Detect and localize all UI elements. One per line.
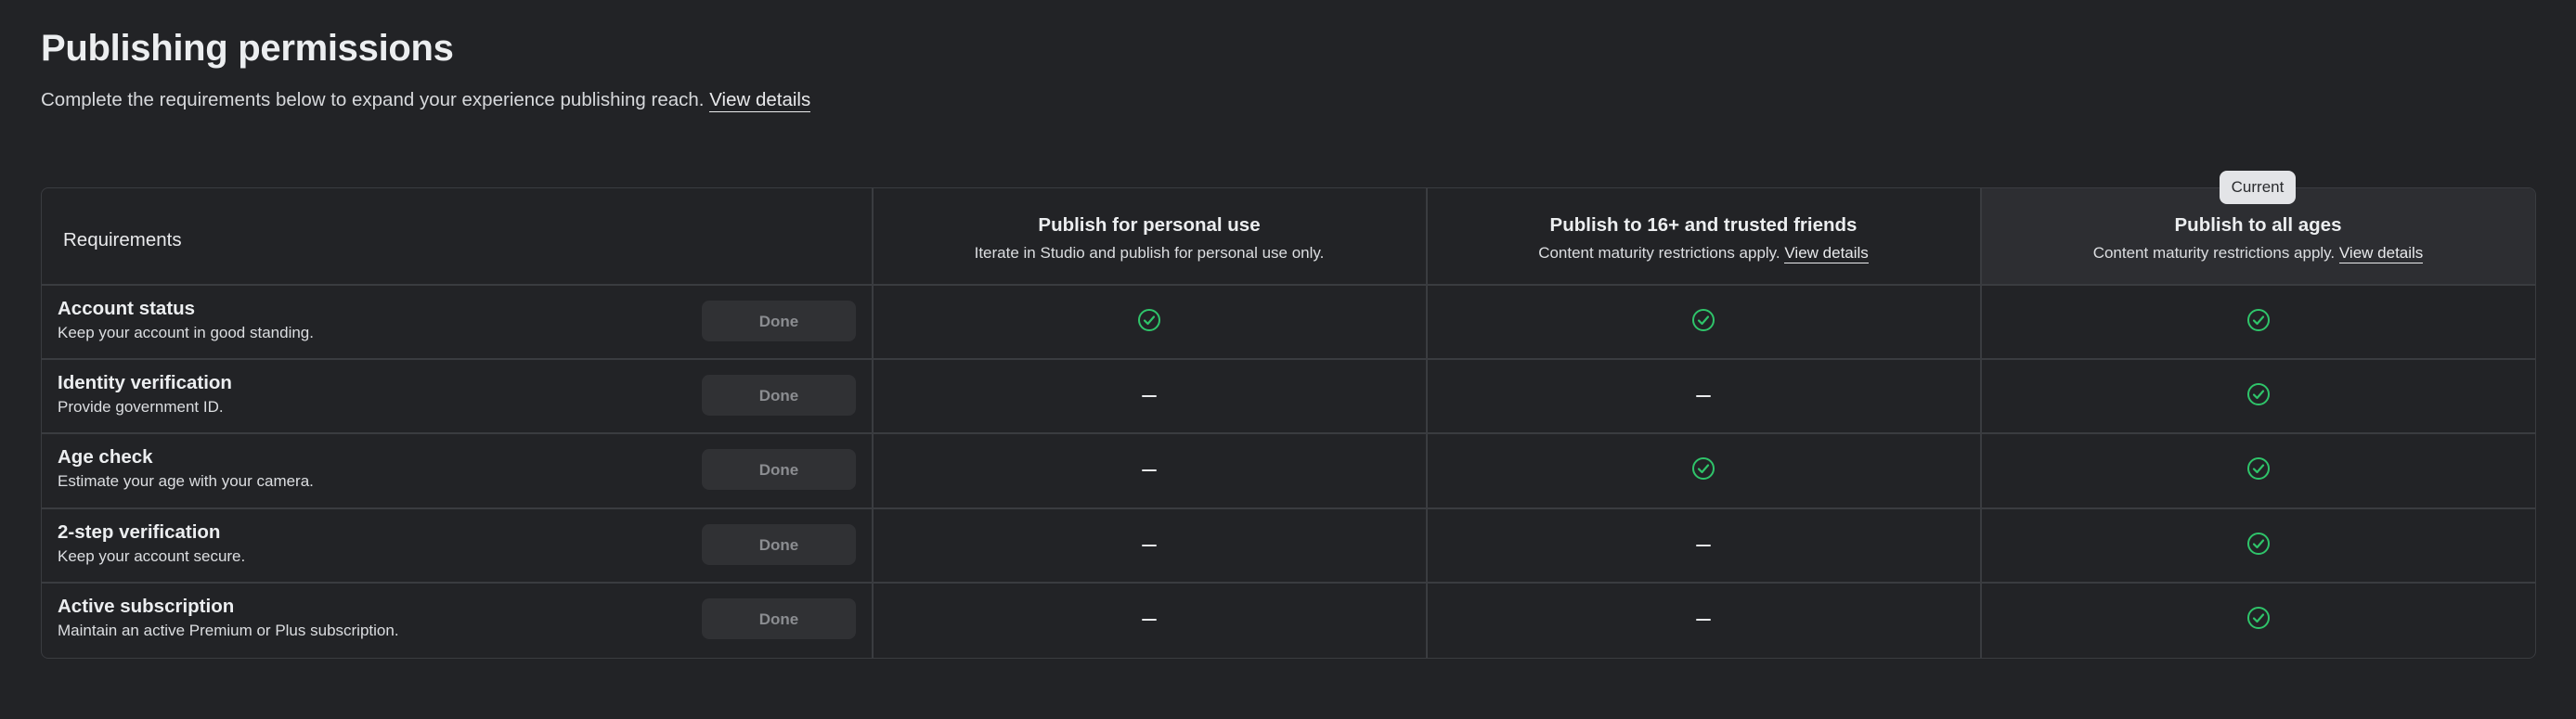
requirement-name: Active subscription: [58, 596, 235, 617]
table-row: Age check Estimate your age with your ca…: [42, 433, 2535, 507]
requirement-description: Maintain an active Premium or Plus subsc…: [58, 622, 399, 639]
requirement-description: Estimate your age with your camera.: [58, 472, 314, 490]
status-cell: [2240, 433, 2277, 507]
column-subtitle: Content maturity restrictions apply. Vie…: [1427, 244, 1980, 263]
requirements-header: Requirements: [63, 229, 182, 250]
column-subtitle: Iterate in Studio and publish for person…: [873, 244, 1426, 263]
dash-icon: [1142, 469, 1157, 472]
status-cell: [2240, 508, 2277, 583]
done-button[interactable]: Done: [702, 375, 856, 416]
check-circle-icon: [2246, 308, 2271, 337]
requirement-description: Keep your account secure.: [58, 547, 246, 565]
status-cell: [1685, 433, 1722, 507]
check-circle-icon: [1691, 308, 1715, 337]
status-cell: [1131, 433, 1168, 507]
column-title: Publish to 16+ and trusted friends: [1549, 214, 1858, 236]
status-cell: [1685, 285, 1722, 359]
done-button[interactable]: Done: [702, 524, 856, 565]
column-subtitle-text: Content maturity restrictions apply.: [1538, 244, 1780, 262]
done-button[interactable]: Done: [702, 449, 856, 490]
dash-icon: [1142, 618, 1157, 622]
requirement-name: Account status: [58, 298, 196, 319]
table-row: Account status Keep your account in good…: [42, 285, 2535, 359]
requirement-name: Age check: [58, 446, 153, 468]
check-circle-icon: [1691, 456, 1715, 485]
check-circle-icon: [2246, 606, 2271, 635]
requirement-description: Provide government ID.: [58, 398, 224, 416]
view-details-link[interactable]: View details: [1784, 244, 1869, 263]
column-header-16plus: Publish to 16+ and trusted friends Conte…: [1427, 214, 1980, 263]
dash-icon: [1696, 394, 1711, 398]
publishing-permissions-page: Publishing permissions Complete the requ…: [0, 0, 2576, 719]
column-subtitle-text: Iterate in Studio and publish for person…: [974, 244, 1325, 262]
current-badge: Current: [2220, 171, 2296, 204]
dash-icon: [1142, 544, 1157, 547]
check-circle-icon: [2246, 456, 2271, 485]
status-cell: [1685, 583, 1722, 657]
dash-icon: [1696, 544, 1711, 547]
status-cell: [2240, 359, 2277, 433]
requirement-name: 2-step verification: [58, 521, 221, 543]
status-cell: [1685, 359, 1722, 433]
status-cell: [2240, 583, 2277, 657]
requirements-table: Requirements Publish for personal use It…: [41, 171, 2536, 659]
column-subtitle: Content maturity restrictions apply. Vie…: [1981, 244, 2535, 263]
subtitle-text: Complete the requirements below to expan…: [41, 89, 705, 110]
table-row: Identity verification Provide government…: [42, 359, 2535, 433]
done-button[interactable]: Done: [702, 301, 856, 341]
page-subtitle: Complete the requirements below to expan…: [41, 89, 811, 112]
dash-icon: [1142, 394, 1157, 398]
status-cell: [1131, 583, 1168, 657]
status-cell: [1131, 508, 1168, 583]
column-header-personal: Publish for personal use Iterate in Stud…: [873, 214, 1426, 263]
requirement-description: Keep your account in good standing.: [58, 324, 314, 341]
check-circle-icon: [1137, 308, 1161, 337]
column-title: Publish to all ages: [2174, 214, 2342, 236]
status-cell: [1685, 508, 1722, 583]
status-cell: [1131, 359, 1168, 433]
status-cell: [1131, 285, 1168, 359]
check-circle-icon: [2246, 382, 2271, 411]
view-details-link[interactable]: View details: [2338, 244, 2424, 263]
column-header-all-ages: Publish to all ages Content maturity res…: [1981, 214, 2535, 263]
requirement-name: Identity verification: [58, 372, 232, 393]
check-circle-icon: [2246, 532, 2271, 560]
column-title: Publish for personal use: [1038, 214, 1261, 236]
table-row: 2-step verification Keep your account se…: [42, 508, 2535, 583]
column-subtitle-text: Content maturity restrictions apply.: [2092, 244, 2336, 262]
page-title: Publishing permissions: [41, 28, 454, 69]
view-details-link[interactable]: View details: [709, 89, 811, 112]
status-cell: [2240, 285, 2277, 359]
done-button[interactable]: Done: [702, 598, 856, 639]
table-row: Active subscription Maintain an active P…: [42, 583, 2535, 657]
dash-icon: [1696, 618, 1711, 622]
